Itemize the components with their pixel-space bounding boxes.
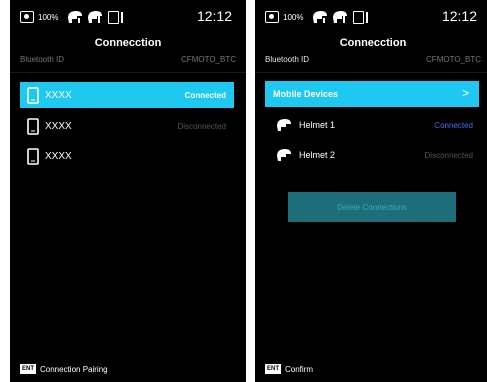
device-status: Connected [184, 90, 226, 100]
helmet-icon [277, 119, 291, 131]
phone-icon [108, 10, 120, 24]
ent-key-badge: ENT [20, 364, 36, 374]
helmet-icon [277, 149, 291, 161]
helmet-name: Helmet 2 [299, 150, 336, 160]
chevron-right-icon: > [461, 86, 469, 100]
helmet-status: Disconnected [424, 150, 473, 160]
bluetooth-id-row: Bluetooth ID CFMOTO_BTC [20, 55, 236, 69]
bluetooth-icon [121, 11, 124, 23]
device-name: XXXX [45, 150, 72, 162]
helmet-row[interactable]: Helmet 1 Connected [265, 115, 479, 135]
phone-icon [353, 10, 365, 24]
status-bar: 100% 12:12 [20, 8, 236, 26]
footer-hint: ENT Confirm [265, 364, 313, 374]
status-bar: 100% 12:12 [265, 8, 481, 26]
device-name: XXXX [45, 89, 72, 101]
delete-connections-button[interactable]: Delete Connections [288, 192, 456, 222]
helmet-status: Connected [434, 120, 473, 130]
footer-action: Connection Pairing [40, 364, 108, 374]
phone-icon [27, 147, 39, 165]
mobile-devices-item[interactable]: Mobile Devices > [265, 81, 479, 107]
helmet-row[interactable]: Helmet 2 Disconnected [265, 145, 479, 165]
device-row[interactable]: XXXX Connected [20, 82, 234, 108]
bluetooth-id-value: CFMOTO_BTC [181, 55, 236, 64]
phone-icon [27, 117, 39, 135]
phone-icon [27, 86, 39, 104]
bluetooth-id-value: CFMOTO_BTC [426, 55, 481, 64]
clock: 12:12 [441, 8, 477, 24]
device-row[interactable]: XXXX Disconnected [20, 113, 234, 139]
battery-icon [265, 11, 279, 23]
helmet-name: Helmet 1 [299, 120, 336, 130]
helmet-icon [88, 11, 103, 23]
battery-percent: 100% [283, 12, 304, 22]
battery-percent: 100% [38, 12, 59, 22]
page-title: Connecction [339, 37, 407, 49]
battery-icon [20, 11, 34, 23]
helmet-icon [68, 11, 83, 23]
clock: 12:12 [196, 8, 232, 24]
device-status: Disconnected [177, 121, 226, 131]
footer-hint: ENT Connection Pairing [20, 364, 108, 374]
helmet-icon [333, 11, 348, 23]
divider [10, 72, 246, 73]
helmet-icon [313, 11, 328, 23]
right-screen: 100% 12:12 Connecction Bluetooth ID CFMO… [255, 0, 487, 382]
bluetooth-id-row: Bluetooth ID CFMOTO_BTC [265, 55, 481, 69]
device-row[interactable]: XXXX [20, 143, 234, 169]
divider [255, 72, 487, 73]
bluetooth-id-label: Bluetooth ID [265, 55, 310, 64]
device-name: XXXX [45, 120, 72, 132]
ent-key-badge: ENT [265, 364, 281, 374]
left-screen: 100% 12:12 Connecction Bluetooth ID CFMO… [10, 0, 246, 382]
footer-action: Confirm [285, 364, 314, 374]
bluetooth-icon [366, 11, 369, 23]
bluetooth-id-label: Bluetooth ID [20, 55, 65, 64]
mobile-devices-label: Mobile Devices [273, 89, 339, 99]
page-title: Connecction [94, 37, 162, 49]
